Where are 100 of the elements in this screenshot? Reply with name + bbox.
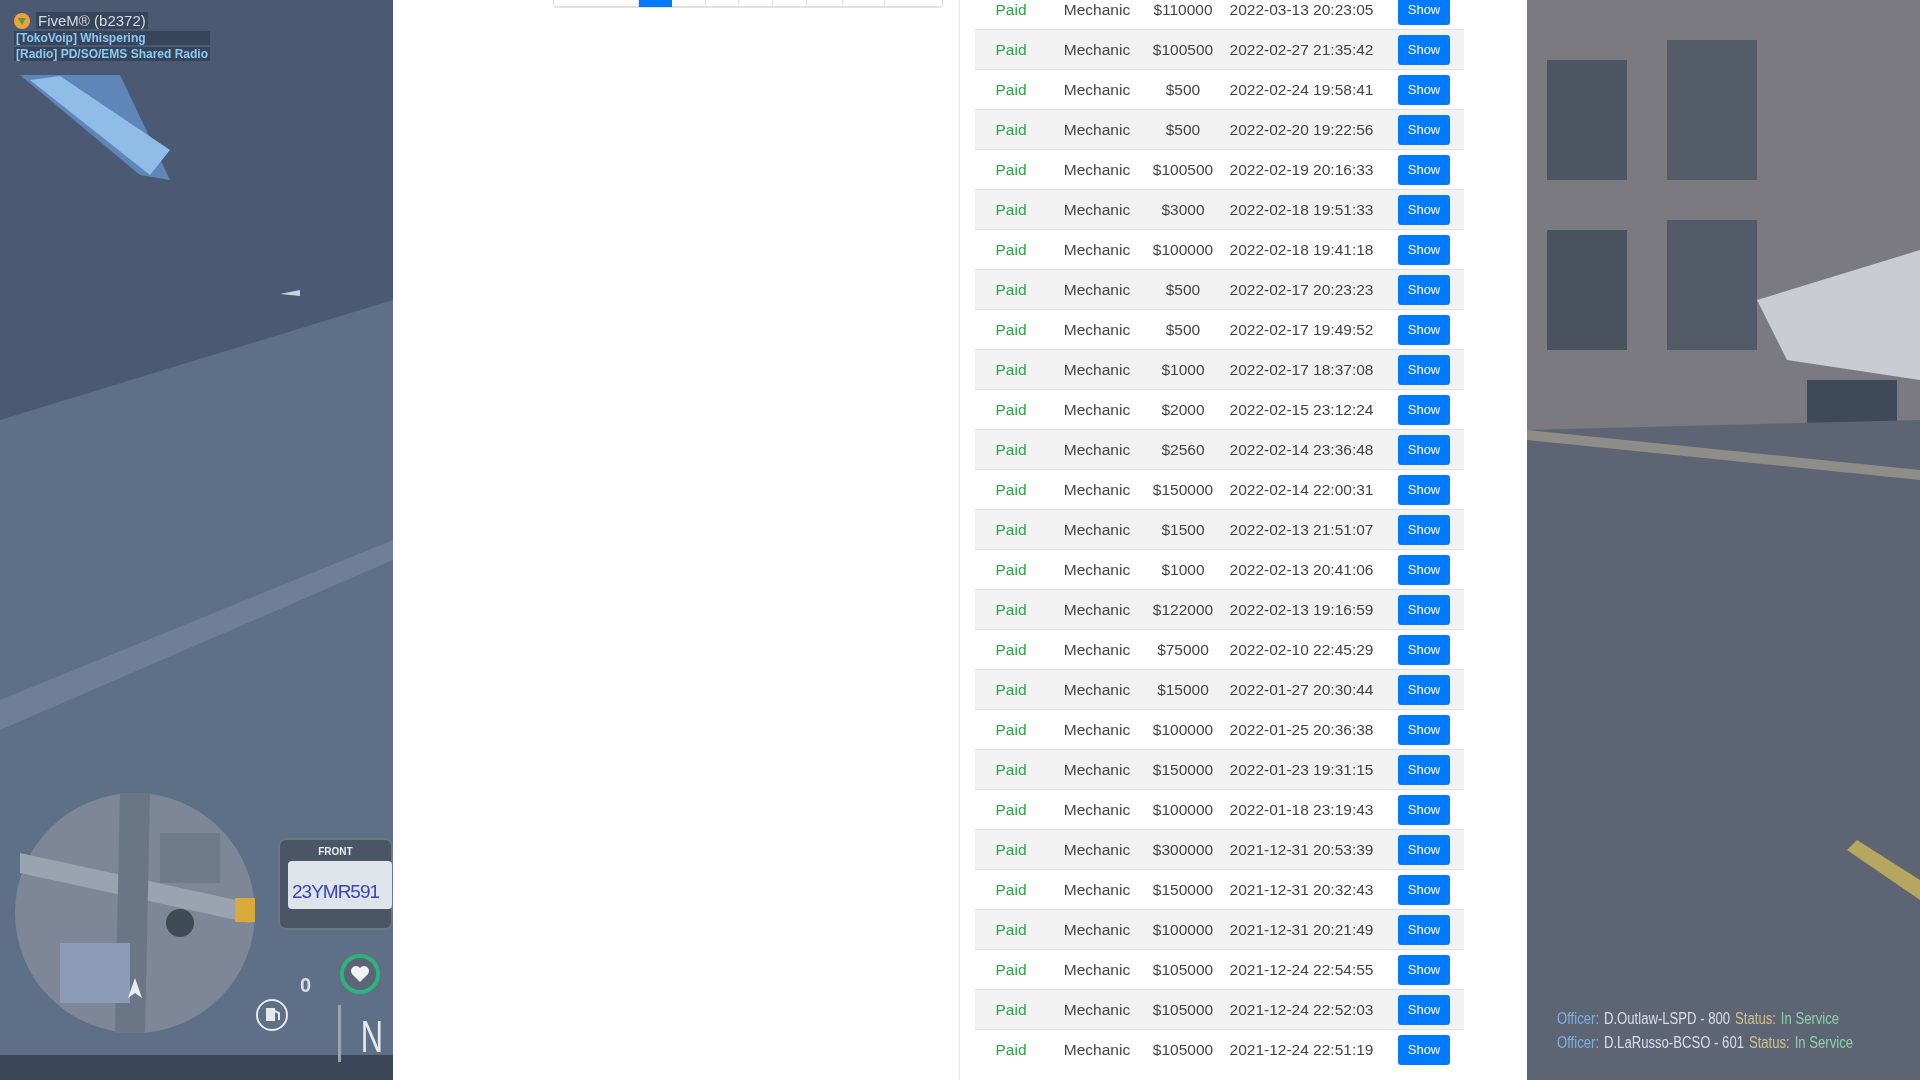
status-label: Status: [1748, 1034, 1790, 1052]
officer-label: Officer: [1557, 1010, 1600, 1028]
show-button[interactable]: Show [1398, 394, 1450, 425]
show-button[interactable]: Show [1398, 234, 1450, 265]
type-cell: Mechanic [1047, 989, 1147, 1030]
date-cell: 2022-02-24 19:58:41 [1219, 69, 1384, 110]
status-cell: Paid [975, 709, 1047, 750]
date-cell: 2022-02-19 20:16:33 [1219, 149, 1384, 190]
show-button[interactable]: Show [1398, 714, 1450, 745]
type-cell: Mechanic [1047, 869, 1147, 910]
status-value: In Service [1780, 1010, 1840, 1028]
amount-cell: $100500 [1147, 29, 1219, 70]
amount-cell: $105000 [1147, 989, 1219, 1030]
amount-cell: $2000 [1147, 389, 1219, 430]
show-button[interactable]: Show [1398, 274, 1450, 305]
date-cell: 2022-01-18 23:19:43 [1219, 789, 1384, 830]
amount-cell: $100000 [1147, 709, 1219, 750]
type-cell: Mechanic [1047, 549, 1147, 590]
show-button[interactable]: Show [1398, 914, 1450, 945]
status-cell: Paid [975, 669, 1047, 710]
show-button[interactable]: Show [1398, 0, 1450, 25]
type-cell: Mechanic [1047, 309, 1147, 350]
type-cell: Mechanic [1047, 269, 1147, 310]
show-button[interactable]: Show [1398, 314, 1450, 345]
amount-cell: $150000 [1147, 869, 1219, 910]
type-cell: Mechanic [1047, 229, 1147, 270]
amount-cell: $500 [1147, 309, 1219, 350]
show-button[interactable]: Show [1398, 194, 1450, 225]
date-cell: 2022-02-17 20:23:23 [1219, 269, 1384, 310]
status-cell: Paid [975, 469, 1047, 510]
show-button[interactable]: Show [1398, 354, 1450, 385]
show-button[interactable]: Show [1398, 154, 1450, 185]
date-cell: 2022-02-18 19:41:18 [1219, 229, 1384, 270]
date-cell: 2022-02-20 19:22:56 [1219, 109, 1384, 150]
status-cell: Paid [975, 829, 1047, 870]
type-cell: Mechanic [1047, 69, 1147, 110]
show-button[interactable]: Show [1398, 834, 1450, 865]
status-cell: Paid [975, 109, 1047, 150]
date-cell: 2022-02-15 23:12:24 [1219, 389, 1384, 430]
type-cell: Mechanic [1047, 349, 1147, 390]
officer-label: Officer: [1557, 1034, 1600, 1052]
date-cell: 2022-02-27 21:35:42 [1219, 29, 1384, 70]
date-cell: 2022-02-13 21:51:07 [1219, 509, 1384, 550]
date-cell: 2022-02-17 18:37:08 [1219, 349, 1384, 390]
page-link[interactable] [638, 0, 673, 7]
type-cell: Mechanic [1047, 0, 1147, 30]
type-cell: Mechanic [1047, 1029, 1147, 1070]
type-cell: Mechanic [1047, 949, 1147, 990]
officer-name: D.LaRusso-BCSO - 601 [1603, 1034, 1744, 1052]
date-cell: 2022-01-25 20:36:38 [1219, 709, 1384, 750]
type-cell: Mechanic [1047, 469, 1147, 510]
show-button[interactable]: Show [1398, 1034, 1450, 1065]
date-cell: 2021-12-24 22:51:19 [1219, 1029, 1384, 1070]
type-cell: Mechanic [1047, 629, 1147, 670]
type-cell: Mechanic [1047, 509, 1147, 550]
show-button[interactable]: Show [1398, 474, 1450, 505]
date-cell: 2022-02-14 22:00:31 [1219, 469, 1384, 510]
amount-cell: $15000 [1147, 669, 1219, 710]
status-cell: Paid [975, 629, 1047, 670]
amount-cell: $110000 [1147, 0, 1219, 30]
type-cell: Mechanic [1047, 789, 1147, 830]
amount-cell: $75000 [1147, 629, 1219, 670]
type-cell: Mechanic [1047, 29, 1147, 70]
show-button[interactable]: Show [1398, 754, 1450, 785]
show-button[interactable]: Show [1398, 594, 1450, 625]
show-button[interactable]: Show [1398, 74, 1450, 105]
date-cell: 2022-03-13 20:23:05 [1219, 0, 1384, 30]
show-button[interactable]: Show [1398, 34, 1450, 65]
show-button[interactable]: Show [1398, 114, 1450, 145]
amount-cell: $122000 [1147, 589, 1219, 630]
amount-cell: $300000 [1147, 829, 1219, 870]
show-button[interactable]: Show [1398, 674, 1450, 705]
status-cell: Paid [975, 989, 1047, 1030]
status-cell: Paid [975, 869, 1047, 910]
date-cell: 2021-12-31 20:32:43 [1219, 869, 1384, 910]
amount-cell: $1000 [1147, 549, 1219, 590]
show-button[interactable]: Show [1398, 954, 1450, 985]
show-button[interactable]: Show [1398, 794, 1450, 825]
status-cell: Paid [975, 749, 1047, 790]
amount-cell: $105000 [1147, 1029, 1219, 1070]
amount-cell: $100000 [1147, 229, 1219, 270]
show-button[interactable]: Show [1398, 554, 1450, 585]
show-button[interactable]: Show [1398, 634, 1450, 665]
type-cell: Mechanic [1047, 829, 1147, 870]
status-cell: Paid [975, 0, 1047, 30]
status-cell: Paid [975, 69, 1047, 110]
status-cell: Paid [975, 549, 1047, 590]
status-cell: Paid [975, 229, 1047, 270]
status-cell: Paid [975, 269, 1047, 310]
status-cell: Paid [975, 349, 1047, 390]
show-button[interactable]: Show [1398, 994, 1450, 1025]
show-button[interactable]: Show [1398, 514, 1450, 545]
type-cell: Mechanic [1047, 749, 1147, 790]
show-button[interactable]: Show [1398, 874, 1450, 905]
type-cell: Mechanic [1047, 709, 1147, 750]
date-cell: 2022-02-10 22:45:29 [1219, 629, 1384, 670]
status-cell: Paid [975, 389, 1047, 430]
show-button[interactable]: Show [1398, 434, 1450, 465]
date-cell: 2021-12-24 22:52:03 [1219, 989, 1384, 1030]
status-cell: Paid [975, 1029, 1047, 1070]
